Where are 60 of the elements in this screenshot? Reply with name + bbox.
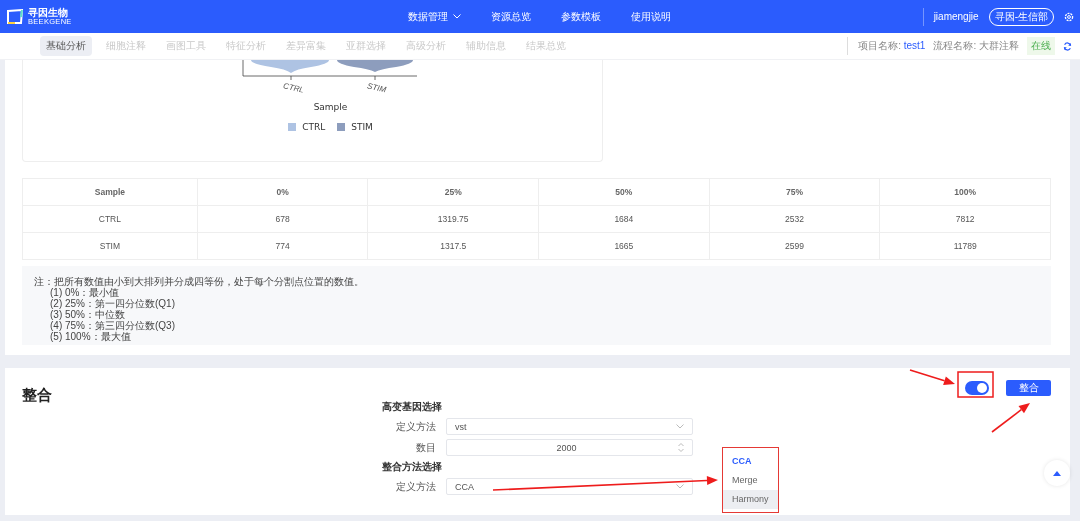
- chevron-down-icon: [676, 424, 684, 429]
- toggle-switch[interactable]: [965, 381, 989, 395]
- group-title: 高变基因选择: [382, 400, 443, 414]
- field-label: 定义方法: [395, 479, 436, 494]
- nav-link[interactable]: 使用说明: [630, 9, 671, 24]
- table-cell: 1319.75: [367, 205, 539, 233]
- settings-icon[interactable]: [1064, 11, 1074, 22]
- nav-link[interactable]: 数据管理: [407, 9, 461, 24]
- logo-icon: [6, 8, 24, 25]
- table-cell: 7812: [879, 205, 1051, 233]
- note-text: 注：把所有数值由小到大排列并分成四等份，处于每个分割点位置的数值。: [34, 276, 365, 287]
- tick-label: CTRL: [281, 81, 305, 95]
- column-header: 50%: [538, 178, 710, 206]
- highlight-frame: [957, 371, 994, 398]
- chevron-down-icon: [452, 14, 461, 19]
- refresh-icon[interactable]: [1063, 41, 1072, 51]
- legend-label: CTRL: [302, 122, 326, 132]
- note-text: (1) 0%：最小值: [49, 287, 120, 298]
- legend-label: STIM: [351, 122, 373, 132]
- note-text: (4) 75%：第三四分位数(Q3): [49, 320, 176, 331]
- chevron-down-icon: [676, 484, 684, 489]
- field-label: 数目: [415, 440, 436, 455]
- table-cell: 678: [197, 205, 368, 233]
- table-cell: 11789: [879, 232, 1051, 260]
- note-text: (2) 25%：第一四分位数(Q1): [49, 298, 176, 309]
- status-badge: 在线: [1027, 37, 1055, 55]
- project-name: 项目名称: test1: [858, 39, 926, 53]
- note-text: (3) 50%：中位数: [49, 309, 125, 320]
- table-cell: STIM: [22, 232, 198, 260]
- annotation-arrow: [909, 369, 955, 386]
- select-field[interactable]: vst: [446, 418, 693, 435]
- table-cell: 774: [197, 232, 368, 260]
- user-name[interactable]: jiamengjie: [933, 11, 979, 22]
- table-cell: 1317.5: [367, 232, 539, 260]
- number-field[interactable]: 2000: [446, 439, 693, 456]
- column-header: Sample: [22, 178, 198, 206]
- column-header: 100%: [879, 178, 1051, 206]
- table-cell: 1665: [538, 232, 710, 260]
- caret-up-icon: [1053, 470, 1061, 476]
- logo-name: 寻因生物: [28, 7, 68, 18]
- table-cell: 1684: [538, 205, 710, 233]
- axis-title: Sample: [313, 102, 348, 112]
- nav-link[interactable]: 资源总览: [490, 9, 531, 24]
- note-text: (5) 100%：最大值: [49, 331, 131, 342]
- integrate-button[interactable]: 整合: [1006, 380, 1051, 396]
- table-cell: 2532: [709, 205, 880, 233]
- column-header: 75%: [709, 178, 880, 206]
- table-cell: CTRL: [22, 205, 198, 233]
- tick-label: STIM: [365, 81, 387, 95]
- select-field[interactable]: CCA: [446, 478, 693, 495]
- column-header: 25%: [367, 178, 539, 206]
- section-title: 整合: [22, 385, 52, 405]
- analysis-tab[interactable]: 基础分析: [40, 36, 92, 56]
- annotation-arrow: [991, 403, 1030, 433]
- field-label: 定义方法: [395, 419, 436, 434]
- flow-name: 流程名称: 大群注释: [933, 39, 1019, 53]
- column-header: 0%: [197, 178, 368, 206]
- table-cell: 2599: [709, 232, 880, 260]
- nav-link[interactable]: 参数模板: [560, 9, 601, 24]
- group-title: 整合方法选择: [382, 460, 443, 474]
